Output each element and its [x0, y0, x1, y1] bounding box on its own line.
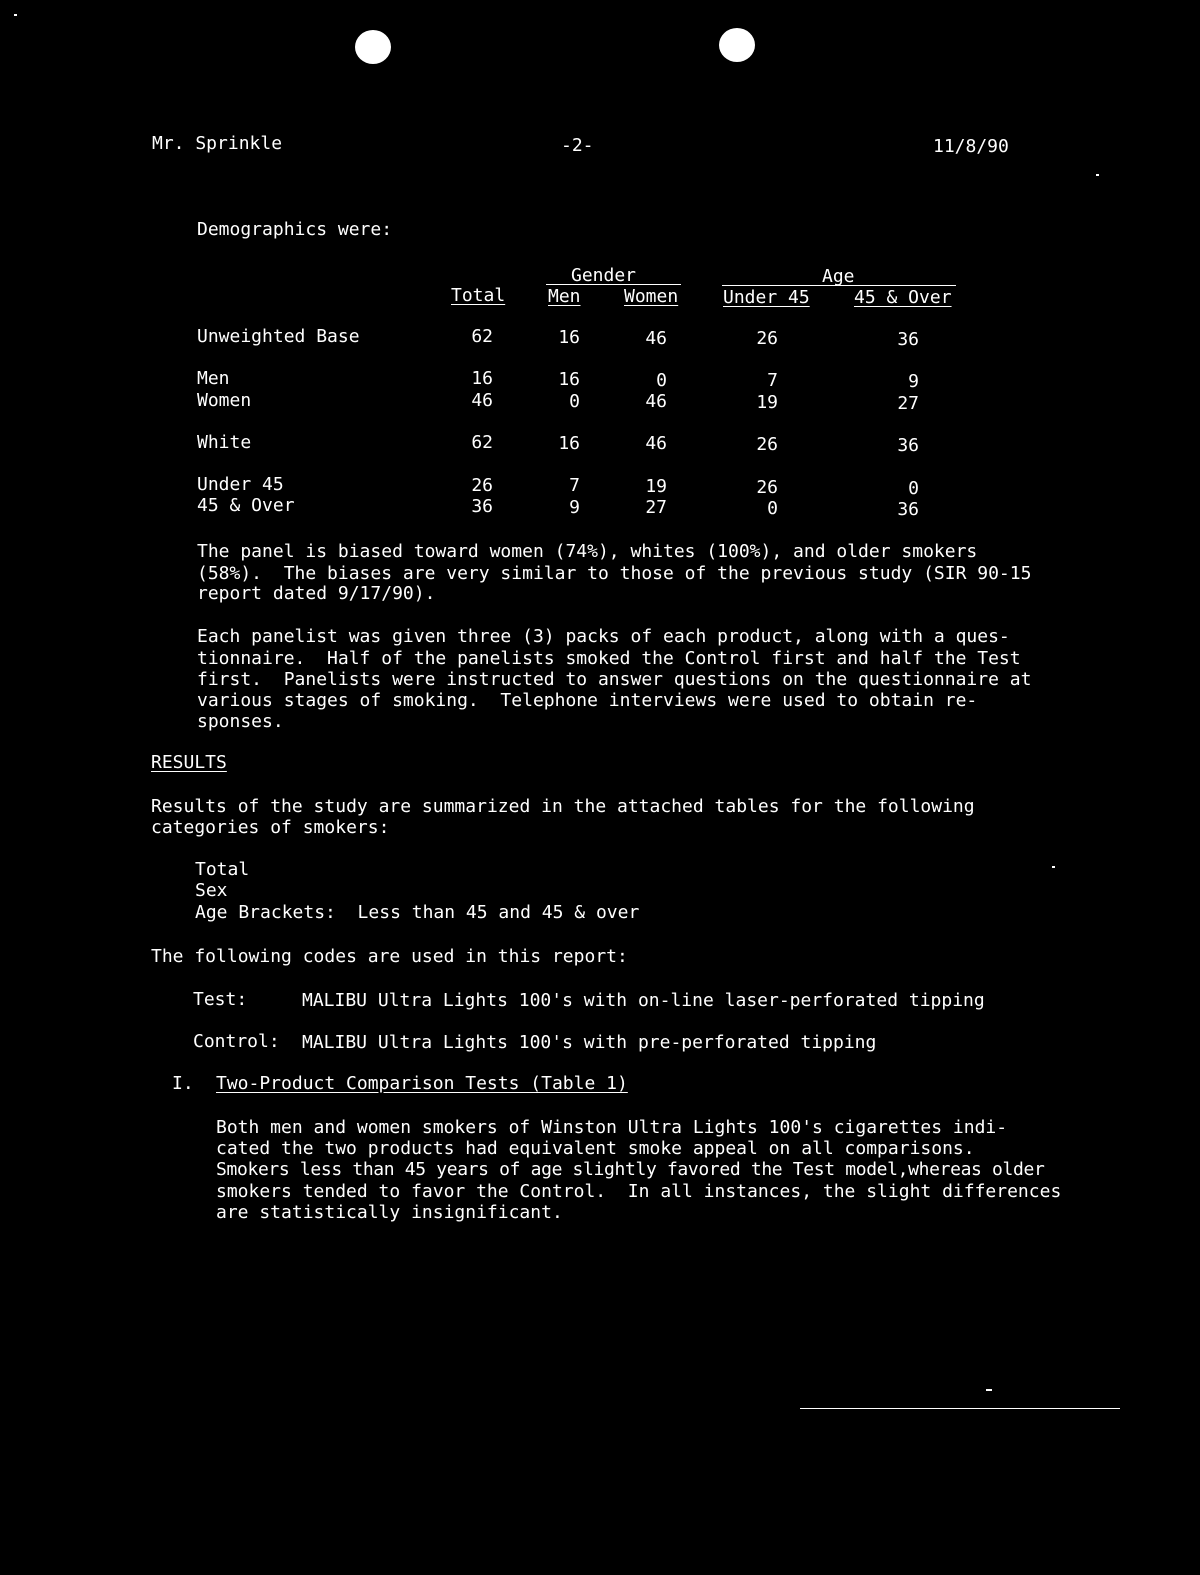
bottom-rule: [800, 1408, 1120, 1409]
codes-intro: The following codes are used in this rep…: [151, 946, 628, 967]
age-rule: [722, 285, 956, 286]
cell-45-and-over: 36: [897, 329, 919, 350]
cell-men: 7: [569, 475, 580, 496]
section-title: Two-Product Comparison Tests (Table 1): [216, 1073, 628, 1094]
cell-women: 19: [645, 476, 667, 497]
code-control-label: Control:: [193, 1031, 280, 1052]
header-date: 11/8/90: [933, 136, 1009, 157]
row-label: Unweighted Base: [197, 326, 360, 347]
punch-hole-right: [719, 28, 755, 62]
bias-paragraph-line: The panel is biased toward women (74%), …: [197, 541, 978, 562]
cell-under-45: 7: [767, 370, 778, 391]
cell-under-45: 0: [767, 498, 778, 519]
cell-45-and-over: 36: [897, 435, 919, 456]
group-header-gender: Gender: [571, 265, 637, 286]
document-page: Mr. Sprinkle -2- 11/8/90 Demographics we…: [0, 0, 1200, 1575]
cell-45-and-over: 36: [897, 499, 919, 520]
category-item: Total: [195, 859, 250, 880]
cell-total: 62: [471, 326, 493, 347]
column-header-men: Men: [548, 286, 581, 307]
section-body-line: smokers tended to favor the Control. In …: [216, 1181, 1062, 1202]
bias-paragraph-line: (58%). The biases are very similar to th…: [197, 563, 1032, 584]
scan-speck: [1096, 174, 1099, 176]
category-item: Sex: [195, 880, 228, 901]
cell-under-45: 26: [756, 434, 778, 455]
cell-men: 16: [558, 369, 580, 390]
code-control-value: MALIBU Ultra Lights 100's with pre-perfo…: [302, 1032, 877, 1053]
code-test-label: Test:: [193, 989, 248, 1010]
row-label: White: [197, 432, 252, 453]
section-body-line: are statistically insignificant.: [216, 1202, 563, 1223]
cell-under-45: 26: [756, 328, 778, 349]
section-body-line: Smokers less than 45 years of age slight…: [216, 1159, 1045, 1180]
cell-total: 36: [471, 496, 493, 517]
row-label: 45 & Over: [197, 495, 295, 516]
category-item: Age Brackets: Less than 45 and 45 & over: [195, 902, 640, 923]
cell-under-45: 19: [756, 392, 778, 413]
scan-speck: [14, 14, 17, 16]
row-label: Men: [197, 368, 230, 389]
column-header-45-and-over: 45 & Over: [854, 287, 952, 308]
row-label: Under 45: [197, 474, 284, 495]
group-header-age: Age: [822, 266, 855, 287]
cell-45-and-over: 9: [908, 371, 919, 392]
cell-45-and-over: 0: [908, 478, 919, 499]
scan-speck: [986, 1389, 992, 1391]
cell-women: 46: [645, 328, 667, 349]
method-paragraph-line: Each panelist was given three (3) packs …: [197, 626, 1010, 647]
bias-paragraph-line: report dated 9/17/90).: [197, 583, 436, 604]
header-page-number: -2-: [561, 135, 594, 156]
column-header-under-45: Under 45: [723, 287, 810, 308]
cell-men: 0: [569, 391, 580, 412]
cell-under-45: 26: [756, 477, 778, 498]
cell-women: 46: [645, 391, 667, 412]
punch-hole-left: [355, 30, 391, 64]
cell-women: 27: [645, 497, 667, 518]
cell-men: 16: [558, 433, 580, 454]
section-body-line: cated the two products had equivalent sm…: [216, 1138, 975, 1159]
section-body-line: Both men and women smokers of Winston Ul…: [216, 1117, 1008, 1138]
results-intro-line: Results of the study are summarized in t…: [151, 796, 975, 817]
results-intro-line: categories of smokers:: [151, 817, 390, 838]
demographics-intro: Demographics were:: [197, 219, 393, 240]
code-test-value: MALIBU Ultra Lights 100's with on-line l…: [302, 990, 985, 1011]
method-paragraph-line: first. Panelists were instructed to answ…: [197, 669, 1032, 690]
method-paragraph-line: various stages of smoking. Telephone int…: [197, 690, 978, 711]
cell-men: 9: [569, 497, 580, 518]
cell-men: 16: [558, 327, 580, 348]
cell-women: 0: [656, 370, 667, 391]
section-number: I.: [172, 1073, 194, 1094]
column-header-women: Women: [624, 286, 679, 307]
cell-total: 16: [471, 368, 493, 389]
cell-45-and-over: 27: [897, 393, 919, 414]
method-paragraph-line: sponses.: [197, 711, 284, 732]
header-addressee: Mr. Sprinkle: [152, 133, 283, 154]
cell-total: 62: [471, 432, 493, 453]
row-label: Women: [197, 390, 252, 411]
gender-rule: [546, 284, 681, 285]
results-heading: RESULTS: [151, 752, 227, 773]
cell-total: 46: [471, 390, 493, 411]
cell-women: 46: [645, 433, 667, 454]
cell-total: 26: [471, 475, 493, 496]
scan-speck: [1052, 866, 1055, 868]
method-paragraph-line: tionnaire. Half of the panelists smoked …: [197, 648, 1021, 669]
column-header-total: Total: [451, 285, 506, 306]
